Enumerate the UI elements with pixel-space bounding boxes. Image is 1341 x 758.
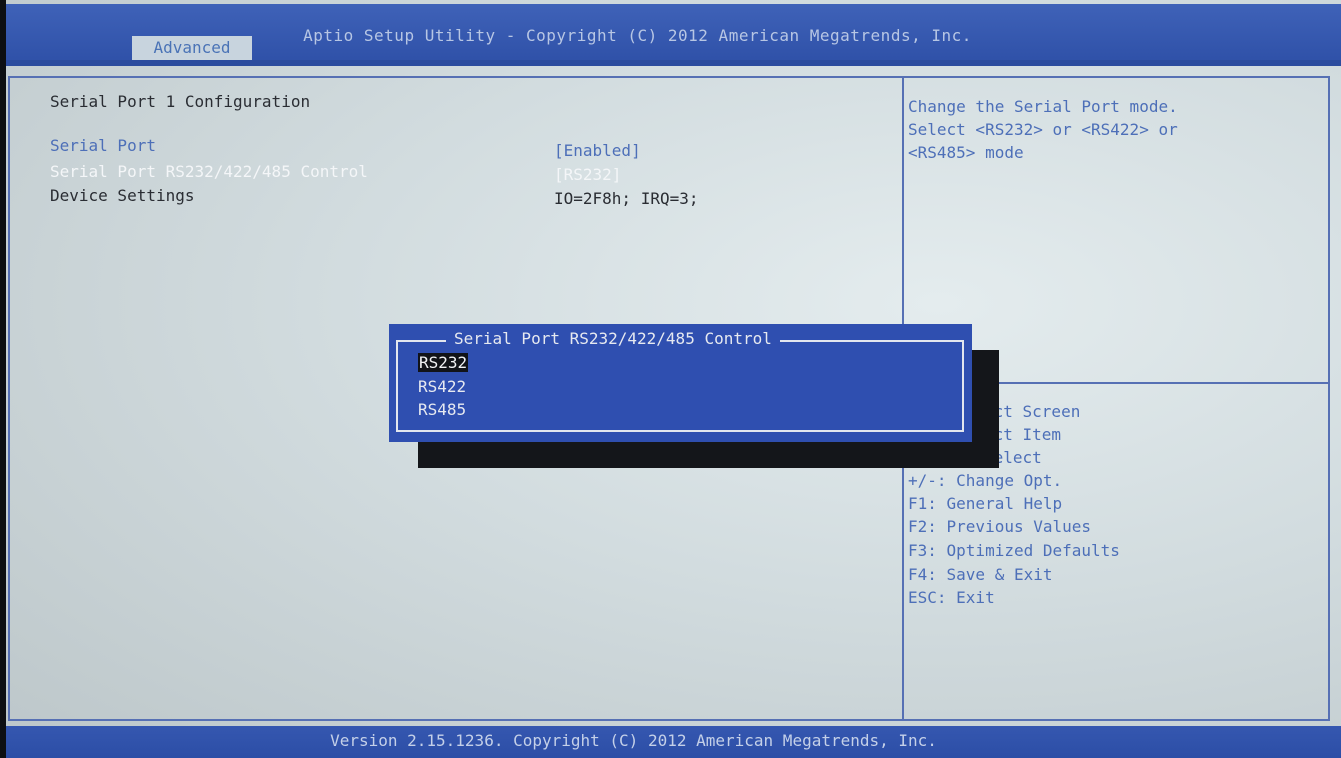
header-stripe [6,60,1341,66]
popup-option-rs422[interactable]: RS422 [418,377,466,396]
key-f3-defaults: F3: Optimized Defaults [908,541,1120,560]
setting-device-settings-label: Device Settings [50,186,195,205]
bios-screen: Aptio Setup Utility - Copyright (C) 2012… [0,0,1341,758]
key-change-opt: +/-: Change Opt. [908,471,1063,490]
footer-version: Version 2.15.1236. Copyright (C) 2012 Am… [330,731,937,750]
key-f2-previous: F2: Previous Values [908,517,1092,536]
popup-option-rs485[interactable]: RS485 [418,400,466,419]
setting-rs-control-label[interactable]: Serial Port RS232/422/485 Control [50,162,368,181]
help-line-1: Change the Serial Port mode. [908,97,1178,116]
screen-bezel [0,0,6,758]
section-title: Serial Port 1 Configuration [50,92,311,111]
setting-serial-port-label[interactable]: Serial Port [50,136,156,155]
setting-rs-control-value[interactable]: [RS232] [554,165,621,184]
popup-border [396,340,964,432]
setting-serial-port-value[interactable]: [Enabled] [554,141,641,160]
tab-advanced[interactable]: Advanced [132,36,252,60]
key-f1-help: F1: General Help [908,494,1063,513]
popup-option-rs232[interactable]: RS232 [418,353,469,372]
help-line-2: Select <RS232> or <RS422> or [908,120,1178,139]
popup-title: Serial Port RS232/422/485 Control [446,329,780,348]
setting-device-settings-value: IO=2F8h; IRQ=3; [554,189,699,208]
key-esc-exit: ESC: Exit [908,588,995,607]
help-line-3: <RS485> mode [908,143,1024,162]
key-f4-save-exit: F4: Save & Exit [908,565,1053,584]
footer-bar: Version 2.15.1236. Copyright (C) 2012 Am… [6,726,1341,758]
